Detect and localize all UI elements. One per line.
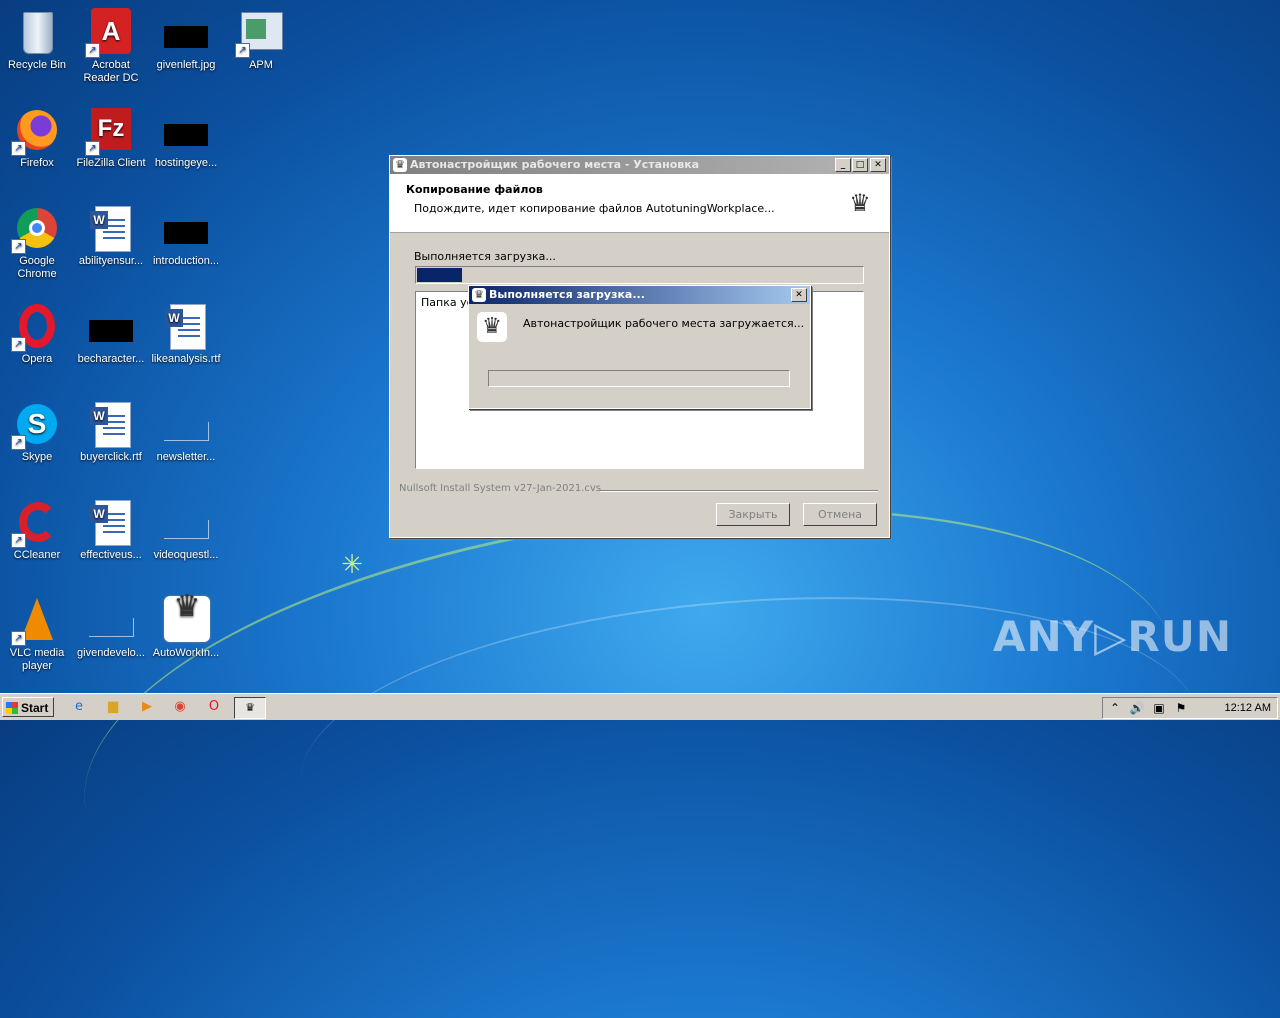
desktop-icon-autoworkin[interactable]: AutoWorkIn... [149,596,223,660]
installer-header: Копирование файлов Подождите, идет копир… [390,174,889,233]
clock[interactable]: 12:12 AM [1225,698,1271,718]
chrome-icon[interactable]: ◉ [171,698,189,716]
file-icon [164,422,209,441]
desktop-icon-opera[interactable]: ↗ Opera [0,302,74,366]
file-icon [164,26,208,48]
maximize-button[interactable]: □ [852,158,868,172]
close-dialog-button[interactable]: Закрыть [716,503,790,526]
desktop-icon-newsletter[interactable]: newsletter... [149,400,223,464]
status-text: Выполняется загрузка... [414,250,556,263]
start-button[interactable]: Start [2,697,54,717]
desktop-icon-firefox[interactable]: ↗ Firefox [0,106,74,170]
popup-message: Автонастройщик рабочего места загружаетс… [523,317,805,330]
action-center-flag-icon[interactable]: ⚑ [1173,700,1189,716]
coat-of-arms-icon: ♛ [472,288,486,302]
system-tray: ⌃ 🔊 ▣ ⚑ 12:12 AM [1102,697,1278,719]
popup-titlebar[interactable]: ♛ Выполняется загрузка... ✕ [469,286,810,304]
coat-of-arms-icon: ♛ [245,701,255,714]
media-player-icon[interactable]: ▶ [138,698,156,716]
file-icon [164,124,208,146]
desktop-icon-recycle-bin[interactable]: Recycle Bin [0,8,74,72]
coat-of-arms-icon: ♛ [849,189,871,217]
cancel-button[interactable]: Отмена [803,503,877,526]
word-document-icon: W [90,402,131,448]
installer-title: Автонастройщик рабочего места - Установк… [410,158,700,171]
log-line: Папка ус [421,296,473,309]
file-icon [164,222,208,244]
close-button[interactable]: ✕ [870,158,886,172]
branding-divider [600,490,878,492]
popup-title: Выполняется загрузка... [489,288,645,301]
file-icon [89,618,134,637]
desktop-icon-becharacter[interactable]: becharacter... [74,302,148,366]
desktop-icon-vlc[interactable]: ↗ VLC media player [0,596,74,673]
coat-of-arms-icon: ♛ [393,158,407,172]
opera-icon[interactable]: O [205,698,223,716]
desktop-icon-ccleaner[interactable]: ↗ CCleaner [0,498,74,562]
word-document-icon: W [90,206,131,252]
desktop-icon-effectiveus[interactable]: W effectiveus... [74,498,148,562]
desktop-icon-videoquestl[interactable]: videoquestl... [149,498,223,562]
anyrun-watermark: ANY▷RUN [993,612,1232,661]
desktop-icon-skype[interactable]: S ↗ Skype [0,400,74,464]
popup-close-button[interactable]: ✕ [791,288,807,302]
desktop-icon-likeanalysis[interactable]: W likeanalysis.rtf [149,302,223,366]
volume-icon[interactable]: 🔊 [1129,700,1145,716]
desktop-icon-givendevelo[interactable]: givendevelo... [74,596,148,660]
desktop-icon-acrobat[interactable]: A ↗ Acrobat Reader DC [74,8,148,85]
header-title: Копирование файлов [406,183,543,196]
desktop-icon-introduction[interactable]: introduction... [149,204,223,268]
desktop-icon-filezilla[interactable]: Fz ↗ FileZilla Client [74,106,148,170]
loading-popup: ♛ Выполняется загрузка... ✕ ♛ Автонастро… [468,285,811,409]
word-document-icon: W [90,500,131,546]
installer-progress-bar [415,266,864,284]
desktop-icon-abilityensur[interactable]: W abilityensur... [74,204,148,268]
network-icon[interactable]: ▣ [1151,700,1167,716]
file-icon [164,520,209,539]
desktop-icon-hostingeye[interactable]: hostingeye... [149,106,223,170]
minimize-button[interactable]: _ [835,158,851,172]
popup-progress-bar [488,370,790,387]
desktop-icon-chrome[interactable]: ↗ Google Chrome [0,204,74,281]
installer-titlebar[interactable]: ♛ Автонастройщик рабочего места - Устано… [390,156,889,174]
branding-text: Nullsoft Install System v27-Jan-2021.cvs [399,483,601,494]
progress-fill [417,268,462,282]
recycle-bin-icon [23,12,53,54]
show-hidden-icons-icon[interactable]: ⌃ [1107,700,1123,716]
taskbar: Start e ▆ ▶ ◉ O ♛ ⌃ 🔊 ▣ ⚑ 12:12 AM [0,693,1280,720]
file-icon [89,320,133,342]
header-subtitle: Подождите, идет копирование файлов Autot… [414,202,775,215]
coat-of-arms-icon [164,596,210,642]
desktop-icon-buyerclick[interactable]: W buyerclick.rtf [74,400,148,464]
desktop-icon-apm[interactable]: ↗ APM [224,8,298,72]
folder-icon[interactable]: ▆ [104,698,122,716]
internet-explorer-icon[interactable]: e [70,698,88,716]
taskbar-installer-button[interactable]: ♛ [234,697,266,719]
wallpaper-star: ✳ [341,550,363,580]
word-document-icon: W [165,304,206,350]
desktop-icon-givenleft[interactable]: givenleft.jpg [149,8,223,72]
coat-of-arms-icon: ♛ [477,312,507,342]
